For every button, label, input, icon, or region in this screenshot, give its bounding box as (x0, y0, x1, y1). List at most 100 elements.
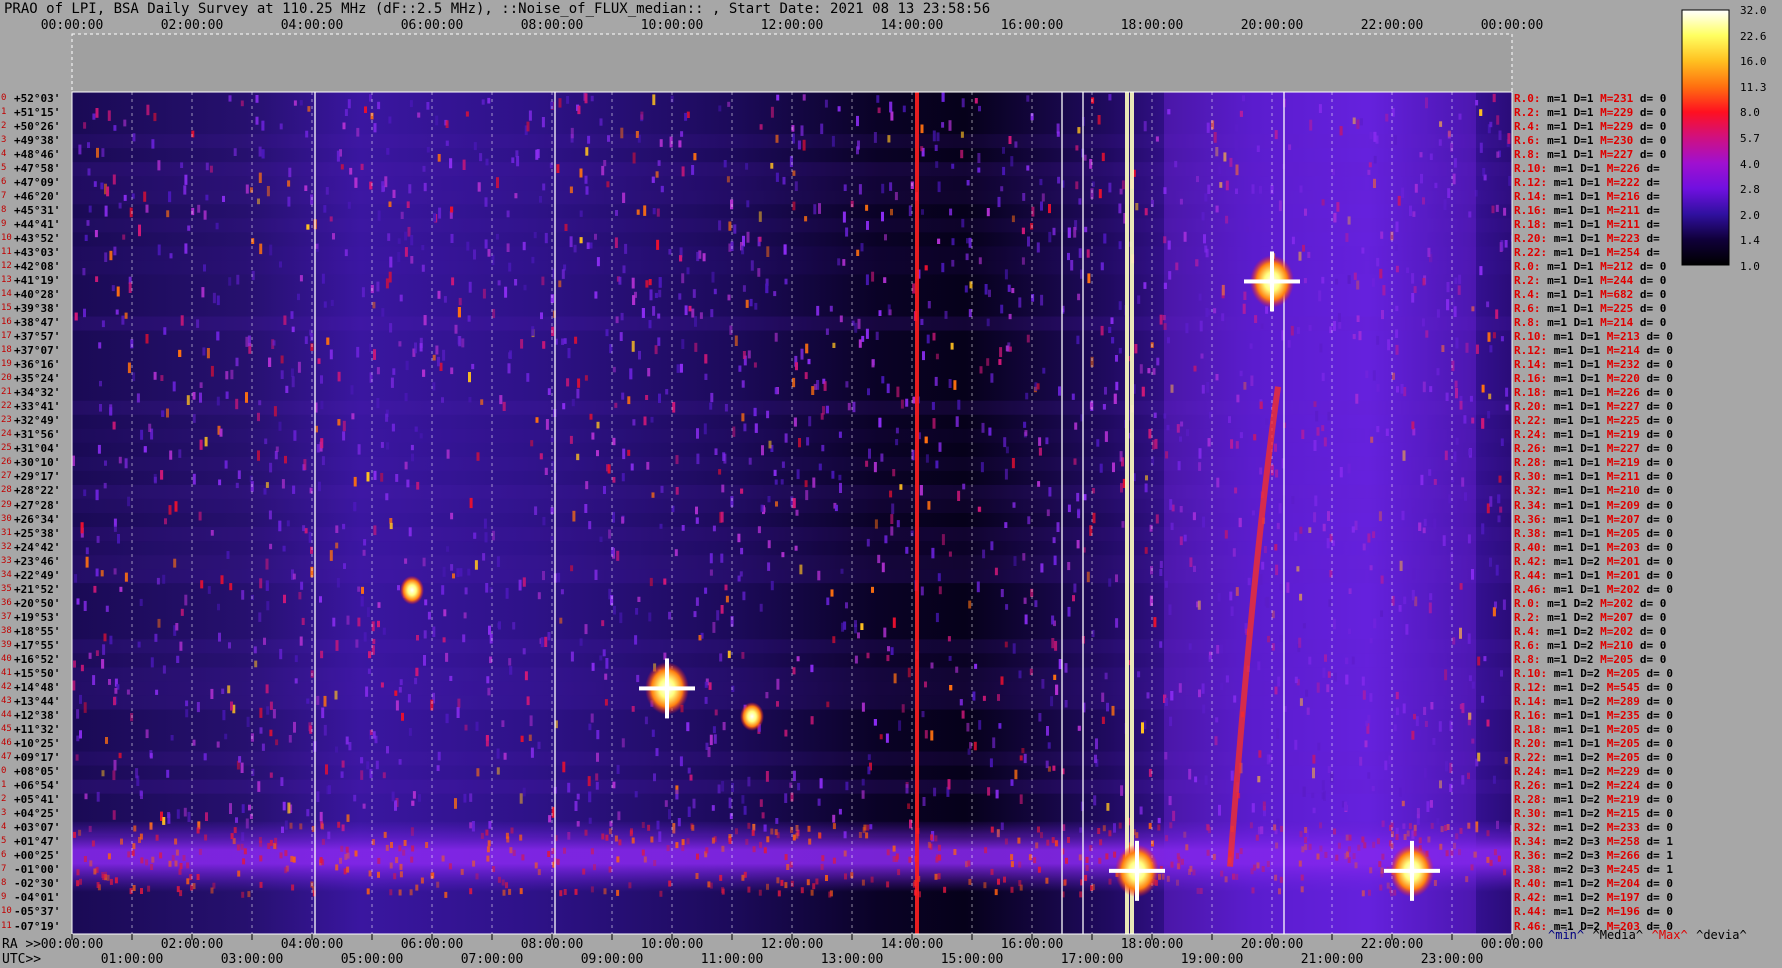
noise-pixel (386, 746, 389, 754)
stat-row: R.36: m=2 D=3 M=266 d= 1 (1514, 849, 1673, 863)
stat-row: R.22: m=1 D=1 M=254 d= (1514, 245, 1660, 259)
noise-pixel (961, 710, 965, 719)
noise-pixel (479, 153, 483, 162)
noise-pixel (1041, 679, 1045, 689)
noise-pixel (1137, 295, 1141, 304)
row-index: 38 (1, 625, 12, 636)
noise-pixel (450, 206, 454, 213)
noise-pixel (222, 710, 226, 721)
noise-pixel (594, 233, 597, 240)
noise-pixel (679, 255, 683, 262)
noise-pixel (1008, 313, 1012, 320)
noise-pixel (437, 290, 441, 299)
noise-pixel (435, 345, 439, 355)
band-pixel (758, 889, 762, 896)
noise-pixel (912, 396, 916, 404)
noise-pixel (813, 204, 817, 215)
declination-label: +48°46' (14, 147, 61, 161)
stat-row: R.36: m=1 D=1 M=207 d= 0 (1514, 512, 1673, 526)
noise-pixel (576, 793, 580, 800)
band-pixel (472, 860, 476, 867)
noise-pixel (206, 348, 210, 359)
declination-label: +10°25' (14, 737, 61, 750)
noise-pixel (457, 307, 461, 318)
noise-pixel (648, 612, 652, 622)
noise-pixel (192, 392, 196, 400)
noise-pixel (873, 719, 877, 726)
row-index: 30 (1, 513, 12, 524)
noise-pixel (151, 139, 155, 149)
noise-pixel (648, 279, 652, 286)
noise-pixel (445, 652, 449, 662)
noise-pixel (522, 787, 526, 797)
noise-pixel (694, 342, 698, 352)
noise-pixel (417, 112, 421, 118)
noise-pixel (1027, 516, 1031, 525)
noise-pixel (856, 249, 860, 256)
noise-pixel (95, 650, 99, 656)
noise-pixel (967, 748, 971, 755)
noise-pixel (95, 276, 99, 282)
noise-pixel (496, 767, 500, 775)
noise-pixel (936, 132, 940, 142)
noise-pixel (866, 221, 869, 230)
noise-pixel (509, 666, 513, 675)
noise-pixel (248, 804, 251, 811)
noise-pixel (964, 285, 968, 293)
noise-pixel (316, 791, 320, 802)
noise-pixel (1046, 509, 1050, 517)
noise-pixel (737, 533, 741, 543)
band-pixel (862, 827, 866, 834)
noise-pixel (426, 146, 430, 153)
noise-pixel (921, 209, 924, 215)
legend-entry: ^devia^ (1696, 928, 1747, 942)
noise-pixel (203, 753, 207, 761)
noise-pixel (620, 312, 624, 321)
bottom-ra-tick-label: 00:00:00 (40, 937, 104, 952)
noise-pixel (83, 702, 87, 713)
noise-pixel (273, 406, 277, 417)
noise-pixel (281, 479, 285, 489)
noise-pixel (659, 523, 663, 529)
noise-pixel (113, 759, 117, 771)
stat-row: R.16: m=1 D=1 M=220 d= 0 (1514, 372, 1673, 386)
band-pixel (140, 888, 143, 894)
noise-pixel (258, 172, 262, 183)
band-pixel (866, 824, 870, 831)
stat-row: R.0: m=1 D=1 M=212 d= 0 (1514, 259, 1667, 273)
noise-pixel (366, 607, 370, 617)
noise-pixel (1005, 345, 1009, 352)
noise-pixel (79, 694, 82, 704)
band-pixel (1097, 828, 1101, 834)
stat-row: R.12: m=1 D=1 M=222 d= (1514, 175, 1660, 189)
noise-pixel (1144, 483, 1148, 493)
noise-pixel (257, 450, 260, 461)
declination-label: +25°38' (14, 526, 61, 540)
noise-pixel (544, 636, 548, 647)
noise-pixel (663, 578, 667, 585)
noise-pixel (146, 104, 150, 116)
noise-pixel (746, 231, 750, 243)
noise-pixel (775, 172, 779, 182)
noise-pixel (522, 648, 526, 655)
row-index: 8 (1, 878, 7, 889)
noise-pixel (240, 100, 244, 107)
noise-pixel (678, 293, 682, 300)
noise-pixel (145, 204, 149, 213)
band-pixel (385, 844, 389, 851)
noise-pixel (203, 210, 207, 220)
row-index: 11 (1, 920, 12, 931)
noise-pixel (317, 358, 321, 364)
noise-pixel (1118, 301, 1122, 310)
noise-pixel (837, 106, 841, 112)
noise-pixel (627, 449, 631, 456)
noise-pixel (961, 218, 965, 228)
noise-pixel (579, 638, 583, 646)
noise-pixel (304, 185, 308, 191)
noise-pixel (804, 216, 808, 222)
noise-pixel (935, 161, 939, 168)
noise-pixel (775, 501, 778, 507)
row-index: 7 (1, 864, 7, 875)
bottom-ra-tick-label: 10:00:00 (640, 937, 704, 952)
noise-pixel (657, 337, 661, 346)
